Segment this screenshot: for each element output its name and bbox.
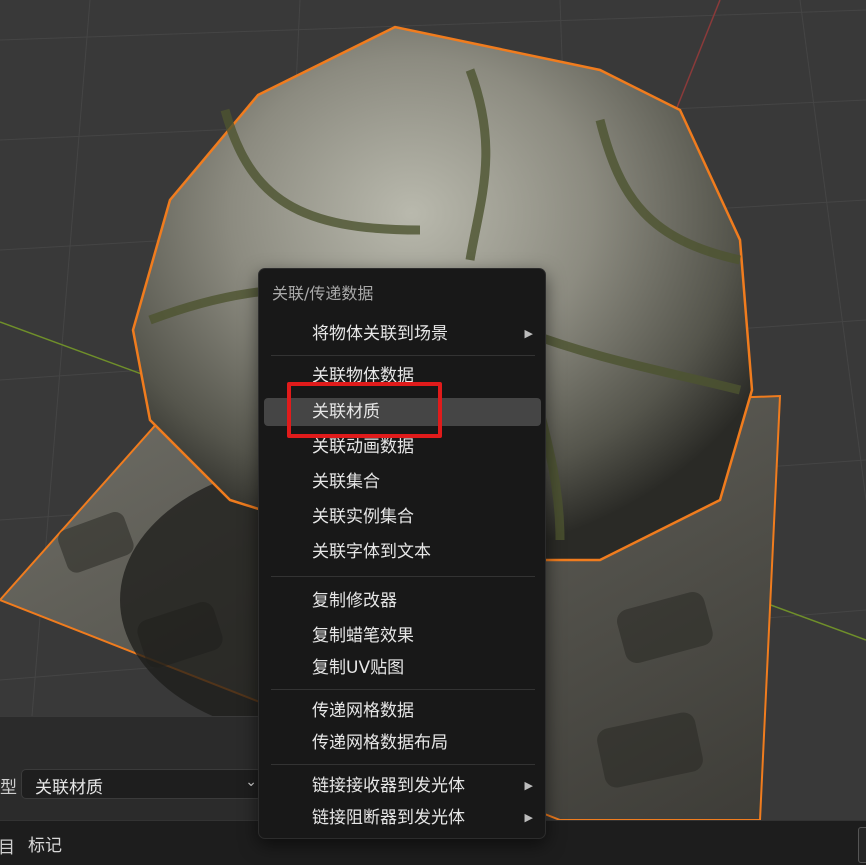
type-label: 型: [0, 778, 17, 798]
menu-item-link-collections[interactable]: 关联集合: [264, 468, 541, 496]
menu-item-transfer-mesh-data-layout[interactable]: 传递网格数据布局: [264, 729, 541, 757]
menu-item-link-receivers-to-emitter[interactable]: 链接接收器到发光体 ▶: [264, 772, 541, 800]
menu-separator: [271, 764, 535, 765]
chevron-down-icon: ⌄: [245, 774, 257, 790]
menu-item-label: 传递网格数据布局: [312, 733, 448, 753]
type-dropdown[interactable]: 关联材质 ⌄: [21, 769, 262, 799]
submenu-arrow-icon: ▶: [524, 779, 533, 792]
menu-item-label: 关联字体到文本: [312, 542, 431, 562]
menu-item-label: 链接接收器到发光体: [312, 776, 465, 796]
status-right-widget[interactable]: [858, 827, 866, 863]
menu-separator: [271, 576, 535, 577]
menu-item-label: 复制蜡笔效果: [312, 626, 414, 646]
menu-item-label: 将物体关联到场景: [312, 324, 448, 344]
menu-item-copy-uv-maps[interactable]: 复制UV贴图: [264, 654, 541, 682]
annotation-highlight-box: [287, 382, 442, 438]
menu-item-link-blockers-to-emitter[interactable]: 链接阻断器到发光体 ▶: [264, 804, 541, 832]
menu-item-label: 关联集合: [312, 472, 380, 492]
menu-item-label: 链接阻断器到发光体: [312, 808, 465, 828]
menu-separator: [271, 689, 535, 690]
marker-menu[interactable]: 标记: [28, 831, 62, 856]
menu-title: 关联/传递数据: [272, 284, 374, 303]
menu-item-label: 复制修改器: [312, 591, 397, 611]
link-transfer-data-menu: 关联/传递数据 将物体关联到场景 ▶ 关联物体数据 关联材质 关联动画数据 关联…: [258, 268, 546, 839]
type-dropdown-value: 关联材质: [35, 778, 103, 798]
menu-item-label: 复制UV贴图: [312, 658, 405, 678]
menu-separator: [271, 355, 535, 356]
menu-item-link-fonts-to-text[interactable]: 关联字体到文本: [264, 538, 541, 566]
menu-item-label: 传递网格数据: [312, 701, 414, 721]
menu-item-label: 关联实例集合: [312, 507, 414, 527]
menu-item-link-objects-to-scene[interactable]: 将物体关联到场景 ▶: [264, 320, 541, 348]
menu-item-copy-modifiers[interactable]: 复制修改器: [264, 587, 541, 615]
menu-item-transfer-mesh-data[interactable]: 传递网格数据: [264, 697, 541, 725]
menu-item-copy-grease-pencil-effects[interactable]: 复制蜡笔效果: [264, 622, 541, 650]
status-left-text[interactable]: 目: [0, 833, 15, 858]
submenu-arrow-icon: ▶: [524, 327, 533, 340]
operator-panel: 型 关联材质 ⌄: [0, 716, 262, 821]
menu-item-link-instance-collections[interactable]: 关联实例集合: [264, 503, 541, 531]
submenu-arrow-icon: ▶: [524, 811, 533, 824]
